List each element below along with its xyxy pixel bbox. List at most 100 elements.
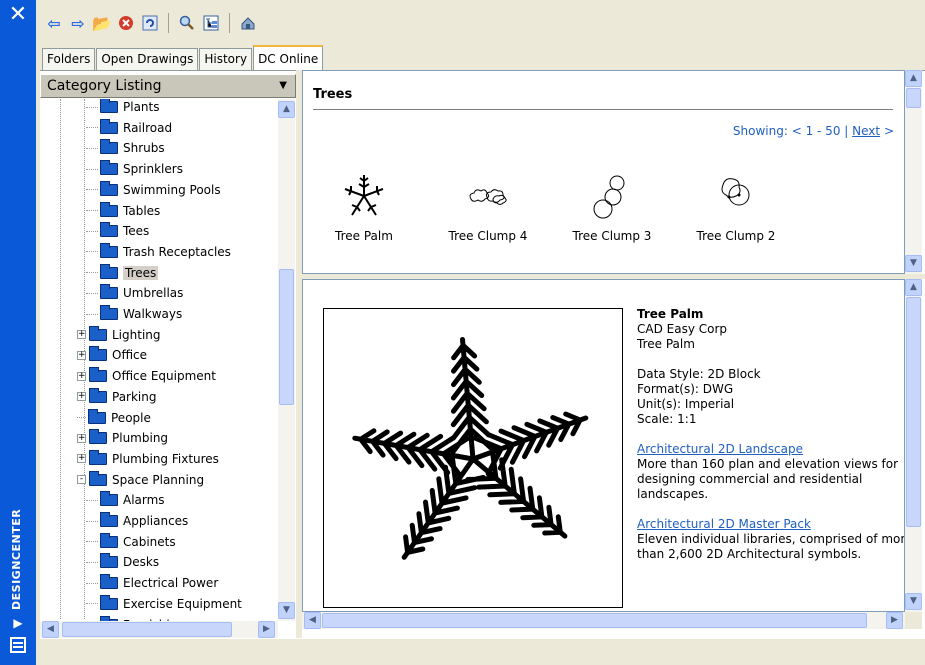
tab-open-drawings[interactable]: Open Drawings bbox=[96, 48, 199, 70]
tree-connector bbox=[77, 417, 86, 418]
tree-connector bbox=[86, 520, 98, 522]
tree-node[interactable]: Appliances bbox=[86, 511, 188, 531]
scroll-up-icon[interactable]: ▲ bbox=[905, 70, 922, 87]
toolbar-separator bbox=[168, 13, 169, 33]
scroll-left-icon[interactable]: ◀ bbox=[304, 612, 321, 629]
tree-node[interactable]: Electrical Power bbox=[86, 573, 218, 593]
tree-node[interactable]: Swimming Pools bbox=[86, 180, 221, 200]
search-icon[interactable] bbox=[177, 13, 197, 33]
folder-icon bbox=[89, 325, 107, 341]
tab-history[interactable]: History bbox=[199, 48, 253, 70]
tree-node-label: Plants bbox=[123, 100, 160, 114]
tree-node[interactable]: Sprinklers bbox=[86, 159, 183, 179]
tree-node[interactable]: Alarms bbox=[86, 490, 165, 510]
expand-icon[interactable]: + bbox=[77, 350, 86, 360]
scroll-left-icon[interactable]: ◀ bbox=[42, 621, 59, 638]
expand-icon[interactable]: + bbox=[77, 330, 86, 340]
expand-icon[interactable]: + bbox=[77, 392, 86, 402]
tab-folders[interactable]: Folders bbox=[42, 48, 96, 70]
scroll-thumb[interactable] bbox=[322, 613, 867, 628]
tree-node[interactable]: Desks bbox=[86, 552, 159, 572]
stop-icon[interactable] bbox=[116, 13, 136, 33]
block-item-tree-clump-4[interactable]: Tree Clump 4 bbox=[433, 171, 543, 243]
scroll-thumb[interactable] bbox=[279, 269, 294, 405]
tree-node[interactable]: + Parking bbox=[77, 387, 157, 407]
tab-strip: Folders Open Drawings History DC Online bbox=[42, 45, 324, 70]
expand-icon[interactable]: + bbox=[77, 371, 86, 381]
expand-icon[interactable]: + bbox=[77, 433, 86, 443]
scroll-down-icon[interactable]: ▼ bbox=[905, 593, 922, 610]
tree-node[interactable]: + Office Equipment bbox=[77, 366, 216, 386]
next-link[interactable]: Next bbox=[852, 124, 880, 138]
tree-vertical-scrollbar[interactable]: ▲ ▼ bbox=[278, 99, 295, 621]
block-item-tree-clump-2[interactable]: Tree Clump 2 bbox=[681, 171, 791, 243]
folder-icon bbox=[89, 470, 107, 486]
tree-node[interactable]: + Plumbing bbox=[77, 428, 168, 448]
dropdown-arrow-icon[interactable]: ▼ bbox=[279, 75, 287, 97]
tree-node[interactable]: Walkways bbox=[86, 304, 182, 324]
category-pane: Category Listing ▼ Plants Railroad Shrubs S… bbox=[40, 74, 296, 638]
tree-node[interactable]: People bbox=[77, 408, 151, 428]
library-link-landscape[interactable]: Architectural 2D Landscape bbox=[637, 442, 803, 456]
tree-node[interactable]: Trees bbox=[86, 263, 159, 283]
category-listing-dropdown[interactable]: Category Listing ▼ bbox=[40, 74, 296, 98]
scroll-right-icon[interactable]: ▶ bbox=[886, 612, 903, 629]
tree-node-label: Tables bbox=[123, 203, 161, 218]
folder-icon bbox=[100, 118, 118, 134]
tree-node[interactable]: Tables bbox=[86, 201, 160, 221]
tree-node[interactable]: Railroad bbox=[86, 118, 172, 138]
tree-node-label: Walkways bbox=[123, 307, 183, 321]
tree-node-label: Space Planning bbox=[112, 472, 205, 487]
tree-node[interactable]: Cabinets bbox=[86, 532, 176, 552]
up-folder-icon[interactable]: 📂 bbox=[92, 13, 112, 33]
folder-icon bbox=[100, 574, 118, 590]
block-item-tree-clump-3[interactable]: Tree Clump 3 bbox=[557, 171, 667, 243]
tree-node[interactable]: Shrubs bbox=[86, 138, 165, 158]
properties-icon[interactable] bbox=[10, 637, 26, 653]
scroll-thumb[interactable] bbox=[62, 622, 232, 637]
scroll-up-icon[interactable]: ▲ bbox=[278, 101, 295, 118]
home-icon[interactable] bbox=[238, 13, 258, 33]
tree-connector bbox=[86, 541, 98, 543]
scroll-right-icon[interactable]: ▶ bbox=[258, 621, 275, 638]
folder-icon bbox=[100, 242, 118, 258]
scroll-down-icon[interactable]: ▼ bbox=[278, 602, 295, 619]
autohide-icon[interactable]: ▶ bbox=[10, 615, 26, 631]
tree-node[interactable]: Trash Receptacles bbox=[86, 242, 231, 262]
tree-node[interactable]: + Office bbox=[77, 345, 147, 365]
preview-vertical-scrollbar[interactable]: ▲ ▼ bbox=[905, 279, 922, 612]
library-link-master-pack[interactable]: Architectural 2D Master Pack bbox=[637, 517, 811, 531]
scroll-down-icon[interactable]: ▼ bbox=[905, 255, 922, 272]
scroll-up-icon[interactable]: ▲ bbox=[905, 279, 922, 296]
tree-node[interactable]: Plants bbox=[86, 99, 160, 117]
forward-arrow-icon[interactable]: ⇨ bbox=[68, 13, 88, 33]
scroll-thumb[interactable] bbox=[906, 297, 921, 527]
tree-horizontal-scrollbar[interactable]: ◀ ▶ bbox=[40, 621, 278, 638]
tree-node-label: Shrubs bbox=[123, 141, 165, 156]
collapse-icon[interactable]: - bbox=[77, 475, 86, 485]
scroll-thumb[interactable] bbox=[906, 88, 921, 108]
tree-connector bbox=[86, 582, 98, 584]
tab-dc-online[interactable]: DC Online bbox=[253, 45, 324, 70]
scale: Scale: 1:1 bbox=[637, 412, 697, 426]
tree-node[interactable]: + Plumbing Fixtures bbox=[77, 449, 219, 469]
expand-icon[interactable]: + bbox=[77, 454, 86, 464]
palette-vertical-scrollbar[interactable]: ▲ ▼ bbox=[905, 70, 922, 274]
tree-node[interactable]: + Lighting bbox=[77, 325, 161, 345]
library-description: Eleven individual libraries, comprised o… bbox=[637, 532, 905, 561]
block-preview bbox=[323, 308, 623, 608]
tree-node[interactable]: Umbrellas bbox=[86, 283, 183, 303]
tree-node[interactable]: - Space Planning bbox=[77, 470, 204, 490]
reload-icon[interactable] bbox=[140, 13, 160, 33]
block-item-tree-palm[interactable]: Tree Palm bbox=[309, 171, 419, 243]
close-icon[interactable]: ✕ bbox=[7, 4, 29, 26]
tree-clump-3-thumbnail-icon bbox=[593, 175, 625, 219]
tree-node[interactable]: Exercise Equipment bbox=[86, 594, 242, 614]
tree-view-toggle-icon[interactable] bbox=[201, 13, 221, 33]
back-arrow-icon[interactable]: ⇦ bbox=[44, 13, 64, 33]
tree-connector bbox=[86, 251, 98, 253]
preview-horizontal-scrollbar[interactable]: ◀ ▶ bbox=[302, 612, 905, 629]
tree-node[interactable]: Tees bbox=[86, 221, 149, 241]
tree-palm-preview-icon bbox=[352, 337, 589, 560]
tree-node-label: People bbox=[111, 410, 151, 425]
